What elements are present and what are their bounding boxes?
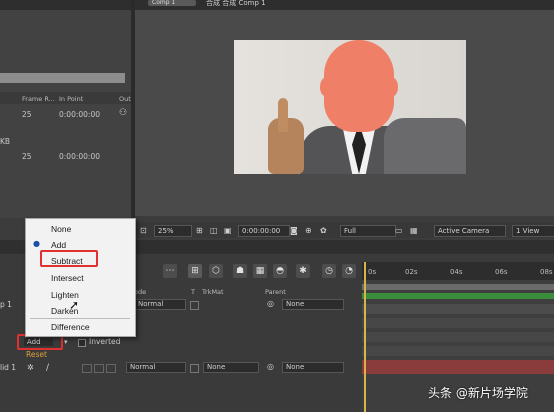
tick-label: 06s — [495, 268, 508, 276]
column-parent[interactable]: Parent — [265, 288, 286, 296]
layer-duration-bar[interactable] — [362, 304, 554, 314]
column-frame-rate[interactable]: Frame R... — [22, 95, 55, 103]
timer-icon[interactable]: ◷ — [322, 264, 336, 278]
region-icon[interactable]: ◫ — [210, 226, 218, 235]
column-trkmat[interactable]: TrkMat — [202, 288, 224, 296]
current-time-indicator[interactable] — [364, 262, 366, 412]
menu-item-add[interactable]: Add — [51, 240, 66, 250]
track-row — [362, 332, 554, 342]
graph-editor-icon[interactable]: ◔ — [342, 264, 356, 278]
tick-label: 08s — [540, 268, 553, 276]
keyframe-icon[interactable]: I — [364, 339, 367, 349]
work-area-bar[interactable] — [362, 284, 554, 290]
row2-size: KB — [0, 137, 11, 146]
chevron-down-icon[interactable]: ▾ — [64, 338, 68, 346]
camera-dropdown[interactable]: Active Camera — [434, 225, 506, 237]
row1-frame-rate: 25 — [22, 110, 32, 119]
comp-breadcrumb: 合成 合成 Comp 1 — [206, 0, 266, 7]
layer-2-mode-dropdown[interactable]: Normal — [126, 362, 186, 373]
solo-icon[interactable]: ✲ — [27, 363, 34, 372]
layer-1-preserve-checkbox[interactable] — [190, 301, 199, 310]
pen-icon[interactable]: ∕ — [46, 363, 49, 373]
fit-icon[interactable]: ⊡ — [140, 226, 147, 235]
project-scrollbar[interactable] — [0, 73, 125, 83]
column-t[interactable]: T — [191, 288, 195, 296]
pickwhip-icon[interactable]: ◎ — [267, 362, 274, 371]
column-out[interactable]: Out — [119, 95, 131, 103]
inverted-label: Inverted — [89, 337, 121, 346]
keyframe-icon[interactable]: I — [364, 325, 367, 335]
composition-preview[interactable] — [234, 40, 466, 174]
row2-frame-rate: 25 — [22, 152, 32, 161]
mask-mode-dropdown[interactable]: Add — [24, 338, 53, 346]
roi-icon[interactable]: ▭ — [395, 226, 403, 235]
menu-separator — [30, 318, 130, 319]
color-management-icon[interactable]: ✿ — [320, 226, 327, 235]
menu-item-intersect[interactable]: Intersect — [51, 273, 84, 283]
row2-in-point: 0:00:00:00 — [59, 152, 100, 161]
column-in-point[interactable]: In Point — [59, 95, 83, 103]
zoom-dropdown[interactable]: 25% — [154, 225, 192, 237]
grid-icon[interactable]: ⊞ — [196, 226, 203, 235]
track-row — [362, 318, 554, 328]
brainstorm-icon[interactable]: ✱ — [296, 264, 310, 278]
panel-divider[interactable] — [131, 0, 135, 240]
layer-2-preserve-checkbox[interactable] — [190, 364, 199, 373]
keyframe-icon[interactable]: I — [364, 311, 367, 321]
layer-2-parent-dropdown[interactable]: None — [282, 362, 344, 373]
tick-label: 02s — [405, 268, 418, 276]
row1-in-point: 0:00:00:00 — [59, 110, 100, 119]
watermark: 头条 @新片场学院 — [428, 386, 528, 400]
track-row — [362, 346, 554, 356]
subtract-highlight — [40, 250, 98, 267]
transparency-grid-icon[interactable]: ▦ — [410, 226, 418, 235]
layer-1-mode-dropdown[interactable]: Normal — [134, 299, 186, 310]
project-panel — [0, 0, 131, 218]
switch-box[interactable] — [94, 364, 104, 373]
switch-box[interactable] — [106, 364, 116, 373]
camera-icon[interactable]: ◙ — [290, 226, 298, 235]
layer-1-parent-dropdown[interactable]: None — [282, 299, 344, 310]
reset-link[interactable]: Reset — [26, 350, 47, 359]
resolution-dropdown[interactable]: Full — [340, 225, 396, 237]
safe-zone-icon[interactable]: ▣ — [224, 226, 232, 235]
suit-shoulder — [384, 118, 466, 174]
inverted-checkbox[interactable] — [78, 339, 86, 347]
head-mask-shape[interactable] — [324, 40, 394, 132]
comp-flowchart-icon[interactable]: ⊞ — [188, 264, 202, 278]
timecode-display[interactable]: 0:00:00:00 — [238, 225, 290, 237]
pickwhip-icon[interactable]: ◎ — [267, 299, 274, 308]
layer-1-name[interactable]: p 1 — [0, 300, 12, 309]
mouse-cursor-icon: ➚ — [69, 298, 80, 312]
frame-blend-icon[interactable]: ▦ — [253, 264, 267, 278]
tick-label: 04s — [450, 268, 463, 276]
draft-3d-icon[interactable]: ⬡ — [209, 264, 223, 278]
menu-item-none[interactable]: None — [51, 224, 71, 234]
switch-box[interactable] — [82, 364, 92, 373]
check-icon: ● — [33, 239, 40, 248]
keyframe-icon[interactable]: I — [364, 353, 367, 363]
render-bar — [362, 293, 554, 299]
motion-blur-icon[interactable]: ◓ — [273, 264, 287, 278]
tick-label: 0s — [368, 268, 377, 276]
layer-duration-bar[interactable] — [362, 360, 554, 374]
comp-tab[interactable]: Comp 1 — [148, 0, 196, 6]
graph-icon[interactable]: ⋯ — [163, 264, 177, 278]
shy-icon[interactable]: ☗ — [233, 264, 247, 278]
layer-2-trkmat-dropdown[interactable]: None — [203, 362, 259, 373]
layer-2-name[interactable]: lid 1 — [0, 363, 16, 372]
menu-item-difference[interactable]: Difference — [51, 322, 90, 332]
pointing-finger — [278, 98, 288, 132]
channel-icon[interactable]: ⊕ — [305, 226, 312, 235]
network-icon: ⚇ — [119, 108, 128, 118]
view-layout-dropdown[interactable]: 1 View — [512, 225, 554, 237]
top-bar — [0, 0, 554, 10]
